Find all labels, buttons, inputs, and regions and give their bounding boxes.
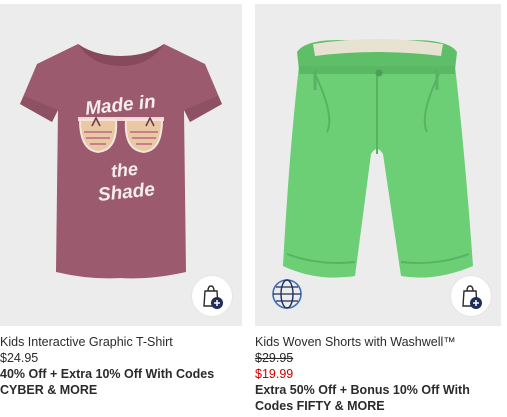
product-price: $24.95 [0, 351, 39, 365]
promo-text: Extra 50% Off + Bonus 10% Off With Codes… [255, 383, 470, 413]
product-card-shorts[interactable]: Kids Woven Shorts with Washwell™ $29.95 … [255, 4, 501, 414]
product-title[interactable]: Kids Interactive Graphic T-Shirt [0, 334, 242, 350]
sale-price: $19.99 [255, 367, 294, 381]
product-title[interactable]: Kids Woven Shorts with Washwell™ [255, 334, 501, 350]
product-image-tshirt[interactable]: Made in the Shade [0, 4, 242, 326]
sustainability-badge[interactable] [269, 276, 305, 312]
product-image-shorts[interactable] [255, 4, 501, 326]
original-price: $29.95 [255, 351, 294, 365]
shopping-bag-plus-icon [203, 285, 223, 309]
shopping-bag-plus-icon [462, 285, 482, 309]
add-to-bag-button[interactable] [451, 276, 491, 316]
add-to-bag-button[interactable] [192, 276, 232, 316]
promo-text: 40% Off + Extra 10% Off With Codes CYBER… [0, 367, 215, 397]
product-card-tshirt[interactable]: Made in the Shade Kids Interactive Graph… [0, 4, 242, 398]
graphic-text-line2: the [110, 159, 139, 182]
globe-icon [272, 279, 302, 309]
